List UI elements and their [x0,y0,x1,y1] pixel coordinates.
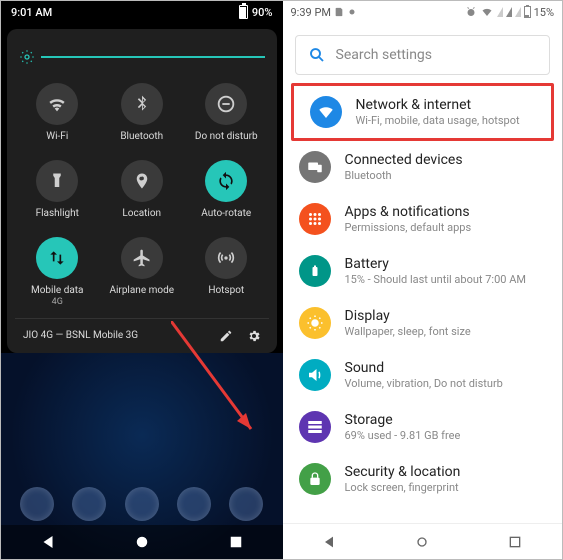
quick-settings-screenshot: 9:01 AM 90% Wi-Fi Bluetooth Do not distu… [1,1,283,559]
display-icon [306,314,324,332]
dock-app[interactable] [125,487,159,521]
edit-icon[interactable] [219,329,233,343]
signal-icon [497,7,503,17]
qs-tile-hotspot[interactable]: Hotspot [184,237,269,308]
highlight-box: Network & internetWi-Fi, mobile, data us… [291,83,555,141]
status-bar: 9:01 AM 90% [1,1,283,23]
brightness-track[interactable] [41,56,265,58]
status-time: 9:01 AM [11,6,52,19]
settings-item-display[interactable]: DisplayWallpaper, sleep, font size [283,297,563,349]
qs-footer: JIO 4G — BSNL Mobile 3G [15,318,269,345]
settings-list: Network & internetWi-Fi, mobile, data us… [283,83,563,523]
qs-tile-airplane[interactable]: Airplane mode [100,237,185,308]
qs-tile-mobiledata[interactable]: Mobile data4G [15,237,100,308]
status-battery: 90% [252,6,273,19]
debug-icon [347,6,357,18]
qs-tile-flashlight[interactable]: Flashlight [15,160,100,219]
wifi-icon [317,103,335,121]
battery-icon [239,5,248,19]
apps-icon [306,210,324,228]
dock-app[interactable] [20,487,54,521]
status-battery: 15% [534,6,554,19]
qs-tile-dnd[interactable]: Do not disturb [184,83,269,142]
status-bar: 9:39 PM 15% [283,1,563,23]
battery-icon [524,6,531,18]
nav-bar [1,525,283,559]
wifi-status-icon [480,6,494,18]
dock-app[interactable] [177,487,211,521]
settings-item-sound[interactable]: SoundVolume, vibration, Do not disturb [283,349,563,401]
alarm-icon [465,6,477,18]
gear-icon[interactable] [247,329,261,343]
status-time: 9:39 PM [291,6,331,19]
settings-item-apps[interactable]: Apps & notificationsPermissions, default… [283,193,563,245]
mobiledata-icon [47,248,67,268]
settings-item-storage[interactable]: Storage69% used - 9.81 GB free [283,401,563,453]
qs-tile-location[interactable]: Location [100,160,185,219]
qs-tile-grid: Wi-Fi Bluetooth Do not disturb Flashligh… [15,83,269,308]
nav-recents-icon[interactable] [227,533,245,551]
home-background [1,353,283,559]
search-icon [308,46,326,64]
qs-tile-wifi[interactable]: Wi-Fi [15,83,100,142]
brightness-slider[interactable] [15,39,269,83]
brightness-icon [19,49,35,65]
nav-bar [283,523,563,559]
sd-icon [334,6,344,18]
storage-icon [306,418,324,436]
settings-item-connected[interactable]: Connected devicesBluetooth [283,141,563,193]
nav-home-icon[interactable] [414,534,430,550]
search-settings[interactable]: Search settings [295,35,551,75]
flashlight-icon [48,172,66,190]
carrier-label: JIO 4G — BSNL Mobile 3G [23,330,138,341]
hotspot-icon [216,248,236,268]
nav-recents-icon[interactable] [507,534,523,550]
settings-item-battery[interactable]: Battery15% - Should last until about 7:0… [283,245,563,297]
bluetooth-icon [132,94,152,114]
dock-app[interactable] [229,487,263,521]
settings-item-security[interactable]: Security & locationLock screen, fingerpr… [283,453,563,505]
dnd-icon [215,93,237,115]
dock [1,487,283,521]
qs-tile-autorotate[interactable]: Auto-rotate [184,160,269,219]
dock-app[interactable] [72,487,106,521]
nav-back-icon[interactable] [321,534,337,550]
qs-tile-bluetooth[interactable]: Bluetooth [100,83,185,142]
signal-icon [506,7,512,17]
quick-settings-panel: Wi-Fi Bluetooth Do not disturb Flashligh… [7,29,277,353]
search-placeholder: Search settings [336,47,433,63]
battery-icon [309,262,321,280]
airplane-icon [132,248,152,268]
settings-screenshot: 9:39 PM 15% Search settings Network & in… [283,1,563,559]
devices-icon [306,158,324,176]
nav-home-icon[interactable] [133,533,151,551]
settings-item-network[interactable]: Network & internetWi-Fi, mobile, data us… [294,86,552,138]
signal-icon [515,7,521,17]
rotate-icon [216,171,236,191]
wifi-icon [46,93,68,115]
security-icon [307,470,323,488]
location-icon [133,172,151,190]
nav-back-icon[interactable] [39,533,57,551]
sound-icon [306,366,324,384]
